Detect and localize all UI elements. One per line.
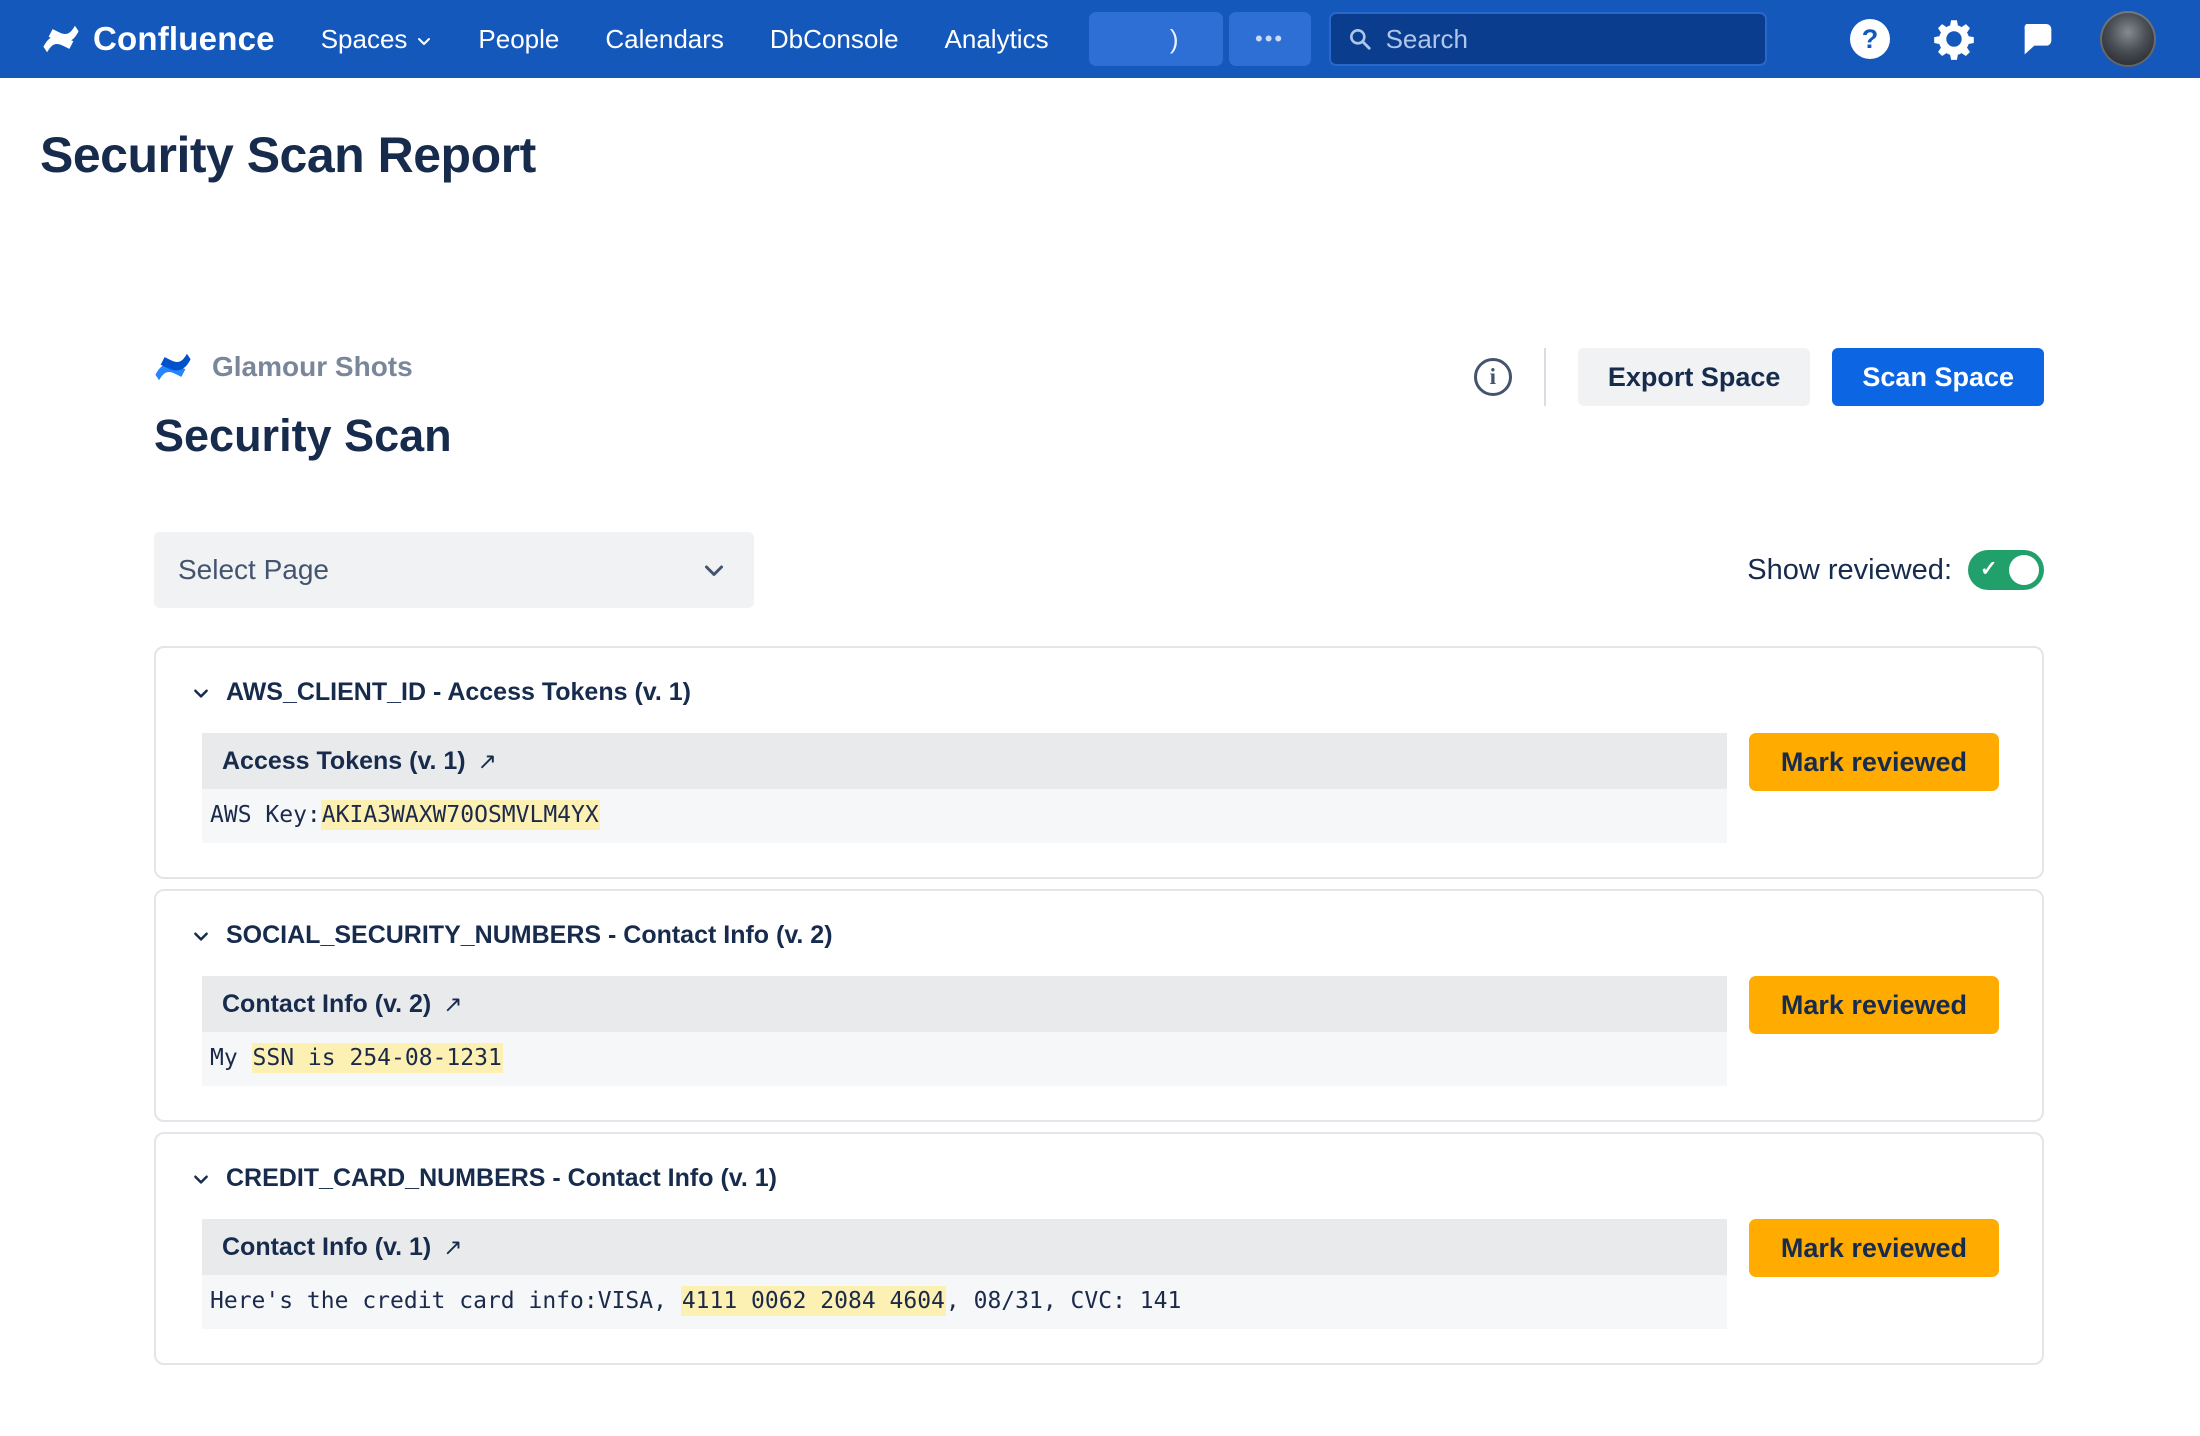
- check-icon: ✓: [1980, 557, 1998, 582]
- create-button[interactable]: ): [1089, 12, 1223, 66]
- snippet-highlight: AKIA3WAXW70OSMVLM4YX: [321, 800, 600, 830]
- search-input[interactable]: [1386, 24, 1749, 55]
- info-icon[interactable]: i: [1474, 358, 1512, 396]
- select-page-dropdown[interactable]: Select Page: [154, 532, 754, 608]
- finding-card: SOCIAL_SECURITY_NUMBERS - Contact Info (…: [154, 889, 2044, 1122]
- external-link-icon: ↗: [478, 748, 497, 775]
- finding-snippet: AWS Key:AKIA3WAXW70OSMVLM4YX: [202, 789, 1727, 843]
- toggle-knob: [2009, 555, 2039, 585]
- finding-card: CREDIT_CARD_NUMBERS - Contact Info (v. 1…: [154, 1132, 2044, 1365]
- chevron-down-icon: [702, 558, 726, 582]
- divider: [1544, 348, 1546, 406]
- notification-flag-icon[interactable]: [2018, 19, 2058, 59]
- top-nav: Confluence Spaces People Calendars DbCon…: [0, 0, 2200, 78]
- finding-title: SOCIAL_SECURITY_NUMBERS - Contact Info (…: [226, 921, 833, 950]
- finding-page-link[interactable]: Contact Info (v. 2) ↗: [202, 976, 1727, 1032]
- nav-actions: ) •••: [1089, 12, 1311, 66]
- finding-page-label: Access Tokens (v. 1): [222, 747, 466, 776]
- show-reviewed-label: Show reviewed:: [1747, 554, 1952, 587]
- collapse-chevron-icon[interactable]: [192, 684, 210, 702]
- nav-item-analytics[interactable]: Analytics: [945, 24, 1049, 55]
- help-icon[interactable]: ?: [1850, 19, 1890, 59]
- finding-snippet: Here's the credit card info:VISA, 4111 0…: [202, 1275, 1727, 1329]
- nav-links: Spaces People Calendars DbConsole Analyt…: [321, 24, 1049, 55]
- show-reviewed-toggle[interactable]: ✓: [1968, 550, 2044, 590]
- nav-item-spaces[interactable]: Spaces: [321, 24, 433, 55]
- findings-list: AWS_CLIENT_ID - Access Tokens (v. 1) Acc…: [154, 646, 2044, 1365]
- finding-title: CREDIT_CARD_NUMBERS - Contact Info (v. 1…: [226, 1164, 777, 1193]
- finding-page-label: Contact Info (v. 2): [222, 990, 431, 1019]
- finding-page-link[interactable]: Contact Info (v. 1) ↗: [202, 1219, 1727, 1275]
- nav-item-calendars[interactable]: Calendars: [605, 24, 724, 55]
- collapse-chevron-icon[interactable]: [192, 1170, 210, 1188]
- nav-item-people[interactable]: People: [478, 24, 559, 55]
- finding-page-link[interactable]: Access Tokens (v. 1) ↗: [202, 733, 1727, 789]
- finding-page-label: Contact Info (v. 1): [222, 1233, 431, 1262]
- space-logo-icon: [154, 348, 192, 386]
- nav-right-icons: ?: [1850, 11, 2156, 67]
- brand-name: Confluence: [93, 20, 275, 58]
- space-name-link[interactable]: Glamour Shots: [212, 351, 413, 383]
- export-space-button[interactable]: Export Space: [1578, 348, 1811, 406]
- snippet-prefix: AWS Key:: [210, 802, 321, 828]
- finding-snippet: My SSN is 254-08-1231: [202, 1032, 1727, 1086]
- search-box[interactable]: [1329, 12, 1767, 66]
- user-avatar[interactable]: [2100, 11, 2156, 67]
- external-link-icon: ↗: [443, 991, 462, 1018]
- finding-card: AWS_CLIENT_ID - Access Tokens (v. 1) Acc…: [154, 646, 2044, 879]
- settings-gear-icon[interactable]: [1932, 17, 1976, 61]
- collapse-chevron-icon[interactable]: [192, 927, 210, 945]
- mark-reviewed-button[interactable]: Mark reviewed: [1749, 1219, 1999, 1277]
- confluence-home-link[interactable]: Confluence: [42, 20, 275, 58]
- snippet-highlight: 4111 0062 2084 4604: [681, 1286, 946, 1316]
- nav-item-dbconsole[interactable]: DbConsole: [770, 24, 899, 55]
- snippet-highlight: SSN is 254-08-1231: [252, 1043, 503, 1073]
- breadcrumb[interactable]: Glamour Shots: [154, 348, 452, 386]
- external-link-icon: ↗: [443, 1234, 462, 1261]
- finding-title: AWS_CLIENT_ID - Access Tokens (v. 1): [226, 678, 691, 707]
- page-title: Security Scan Report: [40, 126, 2200, 184]
- select-page-value: Select Page: [178, 554, 329, 586]
- snippet-prefix: Here's the credit card info:VISA,: [210, 1288, 681, 1314]
- section-title: Security Scan: [154, 410, 452, 462]
- mark-reviewed-button[interactable]: Mark reviewed: [1749, 733, 1999, 791]
- space-actions: i Export Space Scan Space: [1474, 348, 2044, 406]
- confluence-logo-icon: [42, 20, 80, 58]
- search-icon: [1347, 26, 1373, 52]
- scan-space-button[interactable]: Scan Space: [1832, 348, 2044, 406]
- nav-item-spaces-label: Spaces: [321, 24, 408, 55]
- snippet-prefix: My: [210, 1045, 252, 1071]
- snippet-suffix: , 08/31, CVC: 141: [946, 1288, 1181, 1314]
- more-button[interactable]: •••: [1229, 12, 1311, 66]
- main-content: Glamour Shots Security Scan i Export Spa…: [154, 348, 2044, 1365]
- chevron-down-icon: [416, 33, 432, 49]
- mark-reviewed-button[interactable]: Mark reviewed: [1749, 976, 1999, 1034]
